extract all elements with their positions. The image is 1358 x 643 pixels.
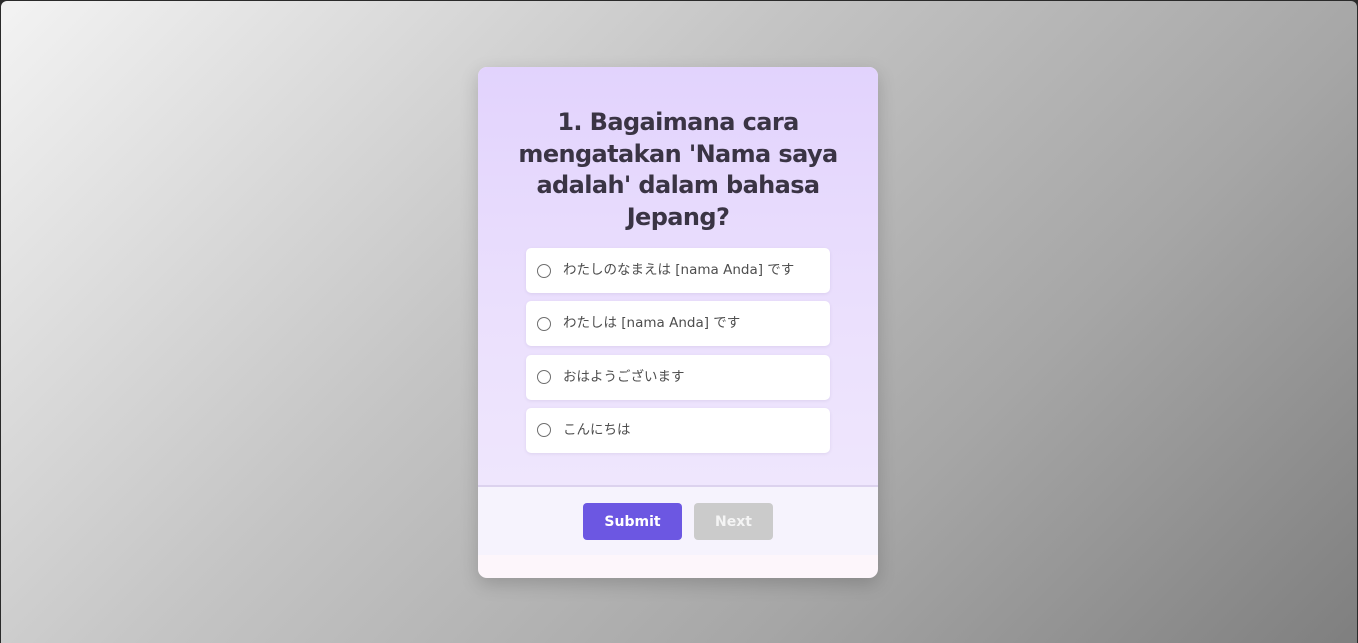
answer-option-4[interactable]: こんにちは bbox=[526, 407, 830, 453]
radio-button[interactable] bbox=[537, 370, 551, 385]
radio-button[interactable] bbox=[537, 316, 551, 331]
answer-options: わたしのなまえは [nama Anda] です わたしは [nama Anda]… bbox=[526, 248, 830, 461]
quiz-card: 1. Bagaimana cara mengatakan 'Nama saya … bbox=[478, 67, 878, 578]
answer-option-2[interactable]: わたしは [nama Anda] です bbox=[526, 301, 830, 347]
answer-option-1[interactable]: わたしのなまえは [nama Anda] です bbox=[526, 248, 830, 293]
question-title: 1. Bagaimana cara mengatakan 'Nama saya … bbox=[518, 108, 838, 231]
radio-button[interactable] bbox=[537, 423, 551, 438]
quiz-footer: Submit Next bbox=[478, 487, 878, 555]
option-label: わたしは [nama Anda] です bbox=[563, 315, 741, 332]
option-label: おはようございます bbox=[563, 368, 685, 385]
submit-button[interactable]: Submit bbox=[583, 503, 682, 540]
radio-button[interactable] bbox=[537, 263, 551, 278]
app-viewport: 1. Bagaimana cara mengatakan 'Nama saya … bbox=[1, 1, 1357, 643]
question-area: 1. Bagaimana cara mengatakan 'Nama saya … bbox=[478, 67, 878, 485]
option-label: わたしのなまえは [nama Anda] です bbox=[563, 262, 795, 278]
next-button[interactable]: Next bbox=[694, 503, 773, 540]
answer-option-3[interactable]: おはようございます bbox=[526, 354, 830, 400]
option-label: こんにちは bbox=[563, 421, 631, 438]
